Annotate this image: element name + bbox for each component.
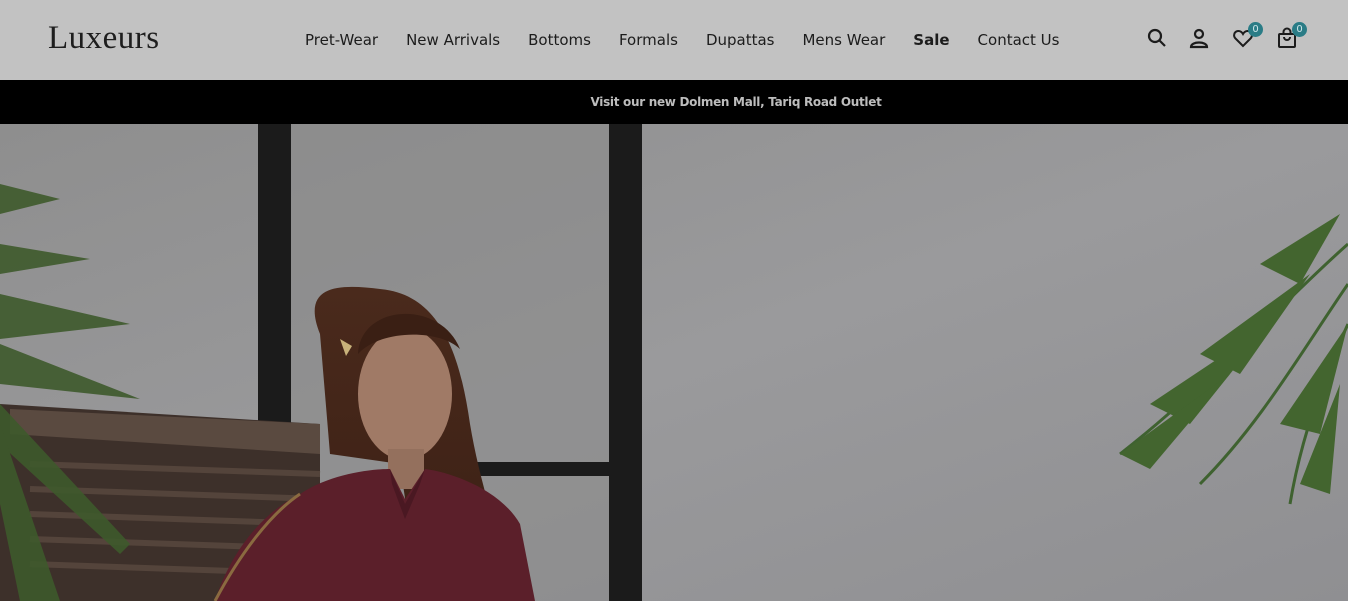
cart-button[interactable]: 0 bbox=[1275, 22, 1307, 50]
search-icon[interactable] bbox=[1145, 26, 1169, 50]
brand-logo[interactable]: Luxeurs bbox=[48, 20, 160, 57]
main-nav: Pret-Wear New Arrivals Bottoms Formals D… bbox=[291, 0, 1073, 80]
nav-item-mens-wear[interactable]: Mens Wear bbox=[788, 31, 899, 49]
user-icon[interactable] bbox=[1187, 26, 1211, 50]
nav-item-sale[interactable]: Sale bbox=[899, 31, 963, 49]
wishlist-button[interactable]: 0 bbox=[1231, 22, 1263, 50]
nav-item-pret-wear[interactable]: Pret-Wear bbox=[291, 31, 392, 49]
nav-item-contact-us[interactable]: Contact Us bbox=[964, 31, 1074, 49]
nav-item-new-arrivals[interactable]: New Arrivals bbox=[392, 31, 514, 49]
announcement-bar: Visit our new Dolmen Mall, Tariq Road Ou… bbox=[0, 80, 1348, 124]
site-header: Luxeurs Pret-Wear New Arrivals Bottoms F… bbox=[0, 0, 1348, 80]
nav-item-formals[interactable]: Formals bbox=[605, 31, 692, 49]
announcement-text: Visit our new Dolmen Mall, Tariq Road Ou… bbox=[590, 95, 882, 109]
hero-image bbox=[0, 124, 1348, 601]
nav-item-bottoms[interactable]: Bottoms bbox=[514, 31, 605, 49]
cart-count-badge: 0 bbox=[1292, 22, 1307, 37]
wishlist-count-badge: 0 bbox=[1248, 22, 1263, 37]
hero-banner[interactable] bbox=[0, 124, 1348, 601]
nav-item-dupattas[interactable]: Dupattas bbox=[692, 31, 789, 49]
